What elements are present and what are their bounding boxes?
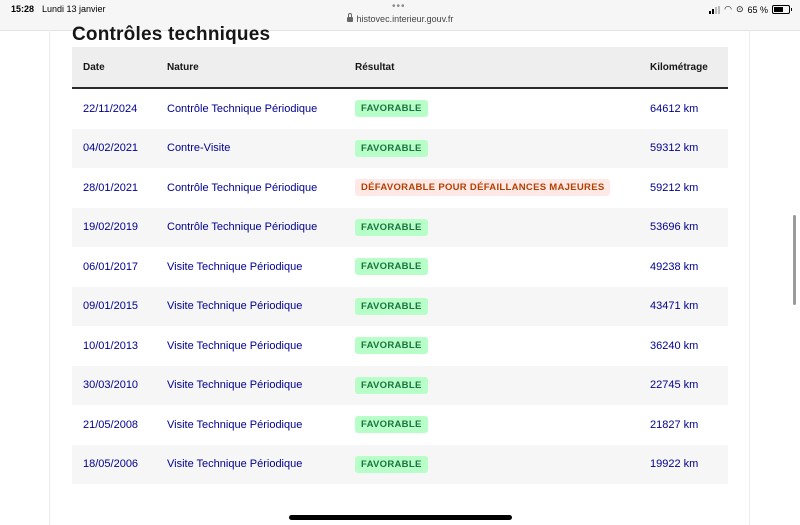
result-badge: FAVORABLE: [355, 258, 428, 276]
home-indicator[interactable]: [289, 515, 512, 520]
cell-date: 19/02/2019: [72, 207, 156, 247]
table-row: 19/02/2019 Contrôle Technique Périodique F…: [72, 207, 728, 247]
result-badge: FAVORABLE: [355, 376, 428, 394]
cell-nature: Visite Technique Périodique: [156, 286, 344, 326]
table-row: 09/01/2015 Visite Technique Périodique FAV…: [72, 286, 728, 326]
more-dots-icon[interactable]: •••: [392, 1, 406, 12]
status-time: 15:28: [11, 4, 35, 14]
address-bar[interactable]: histovec.interieur.gouv.fr: [0, 13, 800, 24]
cell-mileage: 59312 km: [639, 128, 728, 168]
result-badge: FAVORABLE: [355, 218, 428, 236]
table-row: 18/05/2006 Visite Technique Périodique FAV…: [72, 444, 728, 484]
cell-nature: Visite Technique Périodique: [156, 365, 344, 405]
result-badge: FAVORABLE: [355, 416, 428, 434]
cell-mileage: 59212 km: [639, 168, 728, 208]
cell-nature: Contre-Visite: [156, 128, 344, 168]
cell-mileage: 36240 km: [639, 326, 728, 366]
result-badge: FAVORABLE: [355, 100, 428, 118]
section-title: Contrôles techniques: [72, 24, 271, 45]
cell-date: 04/02/2021: [72, 128, 156, 168]
header-nature: Nature: [156, 47, 344, 89]
status-date: Lundi 13 janvier: [42, 4, 106, 14]
cell-date: 18/05/2006: [72, 444, 156, 484]
cell-mileage: 43471 km: [639, 286, 728, 326]
scrollbar[interactable]: [793, 215, 796, 305]
cell-nature: Contrôle Technique Périodique: [156, 168, 344, 208]
cell-result: FAVORABLE: [344, 207, 639, 247]
table-row: 06/01/2017 Visite Technique Périodique FAV…: [72, 247, 728, 287]
address-url: histovec.interieur.gouv.fr: [356, 14, 454, 24]
cell-result: FAVORABLE: [344, 405, 639, 445]
cell-nature: Contrôle Technique Périodique: [156, 207, 344, 247]
technical-inspections-table: Date Nature Résultat Kilométrage 22/11/2…: [72, 47, 728, 484]
status-indicators: ◠ ⊙ 65 %: [709, 4, 792, 15]
lock-icon: [346, 13, 353, 22]
table-row: 30/03/2010 Visite Technique Périodique FAV…: [72, 365, 728, 405]
cell-result: FAVORABLE: [344, 247, 639, 287]
header-date: Date: [72, 47, 156, 89]
cell-mileage: 22745 km: [639, 365, 728, 405]
cell-result: DÉFAVORABLE POUR DÉFAILLANCES MAJEURES: [344, 168, 639, 208]
cell-date: 30/03/2010: [72, 365, 156, 405]
cell-result: FAVORABLE: [344, 326, 639, 366]
orientation-lock-icon: ⊙: [735, 4, 744, 14]
cell-mileage: 49238 km: [639, 247, 728, 287]
signal-icon: [709, 5, 721, 14]
cell-date: 22/11/2024: [72, 88, 156, 129]
cell-result: FAVORABLE: [344, 444, 639, 484]
result-badge: FAVORABLE: [355, 455, 428, 473]
table-row: 04/02/2021 Contre-Visite FAVORABLE 59312 km: [72, 128, 728, 168]
cell-mileage: 53696 km: [639, 207, 728, 247]
cell-date: 06/01/2017: [72, 247, 156, 287]
table-row: 28/01/2021 Contrôle Technique Périodique D…: [72, 168, 728, 208]
wifi-icon: ◠: [724, 4, 732, 14]
header-mileage: Kilométrage: [639, 47, 728, 89]
cell-date: 28/01/2021: [72, 168, 156, 208]
header-result: Résultat: [344, 47, 639, 89]
cell-result: FAVORABLE: [344, 128, 639, 168]
cell-mileage: 19922 km: [639, 444, 728, 484]
cell-nature: Visite Technique Périodique: [156, 326, 344, 366]
cell-nature: Contrôle Technique Périodique: [156, 88, 344, 129]
cell-nature: Visite Technique Périodique: [156, 444, 344, 484]
table-row: 22/11/2024 Contrôle Technique Périodique F…: [72, 88, 728, 129]
cell-result: FAVORABLE: [344, 365, 639, 405]
cell-date: 09/01/2015: [72, 286, 156, 326]
cell-date: 10/01/2013: [72, 326, 156, 366]
table-row: 21/05/2008 Visite Technique Périodique FAV…: [72, 405, 728, 445]
cell-result: FAVORABLE: [344, 88, 639, 129]
result-badge: FAVORABLE: [355, 139, 428, 157]
cell-mileage: 64612 km: [639, 88, 728, 129]
result-badge: DÉFAVORABLE POUR DÉFAILLANCES MAJEURES: [355, 179, 611, 197]
table-row: 10/01/2013 Visite Technique Périodique FAV…: [72, 326, 728, 366]
table-header-row: Date Nature Résultat Kilométrage: [72, 47, 728, 89]
cell-mileage: 21827 km: [639, 405, 728, 445]
battery-icon: [772, 5, 792, 14]
cell-date: 21/05/2008: [72, 405, 156, 445]
cell-result: FAVORABLE: [344, 286, 639, 326]
cell-nature: Visite Technique Périodique: [156, 247, 344, 287]
cell-nature: Visite Technique Périodique: [156, 405, 344, 445]
battery-percent: 65 %: [747, 4, 768, 15]
result-badge: FAVORABLE: [355, 297, 428, 315]
result-badge: FAVORABLE: [355, 337, 428, 355]
